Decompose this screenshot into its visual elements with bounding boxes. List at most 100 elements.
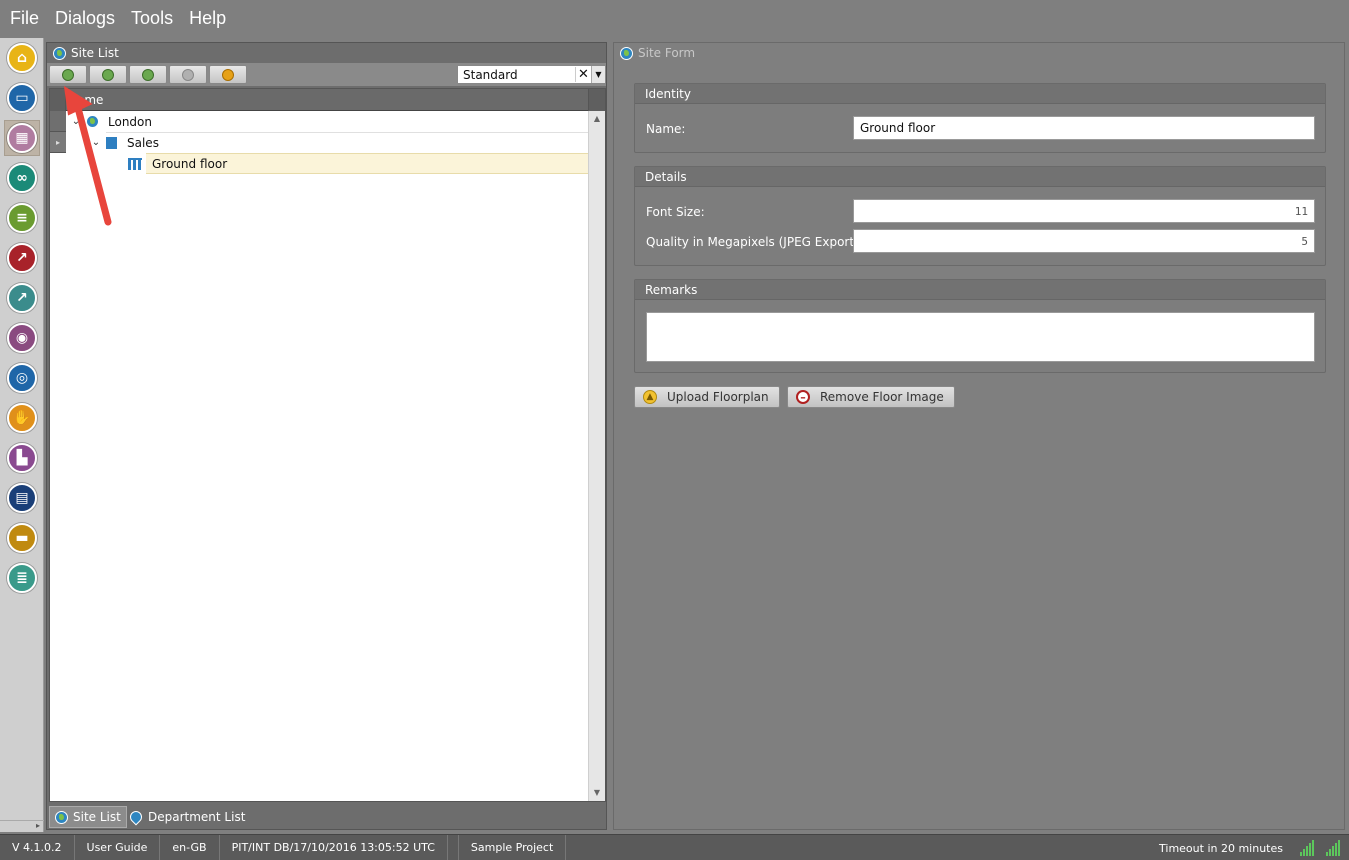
timeout-area: Timeout in 20 minutes xyxy=(1159,835,1283,860)
tree-label: Sales xyxy=(127,135,159,150)
tree-row-london[interactable]: ⌄ London xyxy=(70,111,156,132)
chevron-down-icon[interactable]: ▼ xyxy=(591,66,605,83)
add-building-button[interactable] xyxy=(89,65,127,84)
tab-department-list[interactable]: Department List xyxy=(125,806,250,828)
remarks-section: Remarks xyxy=(634,279,1326,373)
rail-button-document[interactable]: ▤ xyxy=(4,480,40,516)
add-site-button[interactable] xyxy=(49,65,87,84)
chevron-down-icon[interactable]: ⌄ xyxy=(70,116,82,127)
add-building-icon xyxy=(102,68,114,81)
rail-button-handshake[interactable]: ✋ xyxy=(4,400,40,436)
row-divider xyxy=(106,132,588,133)
tab-label: Department List xyxy=(148,810,246,824)
rail-button-bar-chart[interactable]: ▙ xyxy=(4,440,40,476)
site-form-title: Site Form xyxy=(614,43,1344,63)
details-section: Details Font Size: 11 Quality in Megapix… xyxy=(634,166,1326,266)
tree-row-ground-floor[interactable]: Ground floor xyxy=(128,153,231,174)
remarks-field[interactable] xyxy=(646,312,1315,362)
name-field[interactable]: Ground floor xyxy=(853,116,1315,140)
user-guide-link[interactable]: User Guide xyxy=(75,834,161,860)
menu-tools[interactable]: Tools xyxy=(131,8,173,29)
rail-button-org-chart[interactable]: ▦ xyxy=(4,120,40,156)
identity-section: Identity Name: Ground floor xyxy=(634,83,1326,153)
menu-file[interactable]: File xyxy=(10,8,39,29)
delete-button[interactable] xyxy=(169,65,207,84)
floor-icon xyxy=(128,157,142,170)
scroll-up-icon[interactable]: ▲ xyxy=(589,111,605,127)
site-tree-grid: Name ▸ ⌄ London ⌄ Sales Ground floor ▲ ▼ xyxy=(49,88,606,802)
remarks-heading: Remarks xyxy=(635,280,1325,300)
chevron-down-icon[interactable]: ⌄ xyxy=(90,137,102,148)
column-header-name[interactable]: Name xyxy=(68,93,103,107)
tree-label: London xyxy=(108,114,152,129)
site-list-toolbar: Standard ✕ ▼ xyxy=(47,63,606,86)
map-pin-icon xyxy=(127,808,145,826)
rail-button-home[interactable]: ⌂ xyxy=(4,40,40,76)
rail-button-chart[interactable]: ↗ xyxy=(4,240,40,276)
site-list-title-text: Site List xyxy=(71,46,119,60)
database-label: PIT/INT DB/17/10/2016 13:05:52 UTC xyxy=(220,834,448,860)
rail-expand-toggle[interactable]: ▸ xyxy=(0,820,44,832)
remove-icon: – xyxy=(796,390,810,404)
view-select[interactable]: Standard ✕ ▼ xyxy=(457,65,606,84)
tree-scrollbar[interactable]: ▲ ▼ xyxy=(588,111,605,801)
rail-button-briefcase[interactable]: ▬ xyxy=(4,520,40,556)
name-label: Name: xyxy=(646,122,686,136)
quality-label: Quality in Megapixels (JPEG Export): xyxy=(646,235,863,249)
menu-bar: File Dialogs Tools Help xyxy=(0,0,1349,36)
handshake-icon: ✋ xyxy=(7,403,37,433)
tree-row-sales[interactable]: ⌄ Sales xyxy=(90,132,163,153)
add-floor-button[interactable] xyxy=(129,65,167,84)
add-floor-icon xyxy=(142,68,154,81)
font-size-label: Font Size: xyxy=(646,205,705,219)
globe-icon xyxy=(55,810,68,824)
row-selector-header xyxy=(50,89,66,111)
rail-button-trend[interactable]: ↗ xyxy=(4,280,40,316)
quality-field[interactable]: 5 xyxy=(853,229,1315,253)
details-heading: Details xyxy=(635,167,1325,187)
rail-button-binoculars[interactable]: ∞ xyxy=(4,160,40,196)
scroll-icon: ≡ xyxy=(7,203,37,233)
org-chart-icon: ▦ xyxy=(7,123,37,153)
project-label: Sample Project xyxy=(457,834,567,860)
remove-floor-image-button[interactable]: – Remove Floor Image xyxy=(787,386,955,408)
globe-icon xyxy=(86,115,99,128)
rail-button-scroll[interactable]: ≡ xyxy=(4,200,40,236)
database-icon: ≣ xyxy=(7,563,37,593)
add-site-icon xyxy=(62,68,74,81)
rail-button-folder[interactable]: ▭ xyxy=(4,80,40,116)
upload-floorplan-button[interactable]: ▲ Upload Floorplan xyxy=(634,386,780,408)
rail-button-database[interactable]: ≣ xyxy=(4,560,40,596)
chart-icon: ↗ xyxy=(7,243,37,273)
briefcase-icon: ▬ xyxy=(7,523,37,553)
view-select-value: Standard xyxy=(463,67,518,82)
rail-button-target[interactable]: ◎ xyxy=(4,360,40,396)
row-selector[interactable] xyxy=(50,111,66,132)
bar-chart-icon: ▙ xyxy=(7,443,37,473)
header-scroll-spacer xyxy=(588,89,605,111)
font-size-field[interactable]: 11 xyxy=(853,199,1315,223)
menu-dialogs[interactable]: Dialogs xyxy=(55,8,115,29)
signal-icon xyxy=(1300,840,1316,856)
site-list-title: Site List xyxy=(47,43,606,63)
row-selector[interactable]: ▸ xyxy=(50,132,66,153)
scroll-down-icon[interactable]: ▼ xyxy=(589,785,605,801)
tree-label: Ground floor xyxy=(152,156,228,171)
refresh-button[interactable] xyxy=(209,65,247,84)
upload-icon: ▲ xyxy=(643,390,657,404)
rail-button-eye[interactable]: ◉ xyxy=(4,320,40,356)
clear-view-icon[interactable]: ✕ xyxy=(575,67,591,82)
globe-icon xyxy=(620,46,633,60)
eye-icon: ◉ xyxy=(7,323,37,353)
target-icon: ◎ xyxy=(7,363,37,393)
status-bar: V 4.1.0.2 User Guide en-GB PIT/INT DB/17… xyxy=(0,834,1349,860)
signal-icon xyxy=(1326,840,1342,856)
row-selector-column: ▸ xyxy=(50,111,66,153)
site-list-tabbar: Site List Department List xyxy=(47,805,606,829)
building-icon xyxy=(106,136,117,149)
tab-site-list[interactable]: Site List xyxy=(49,806,127,828)
menu-help[interactable]: Help xyxy=(189,8,226,29)
site-list-panel: Site List Standard ✕ ▼ Name ▸ ⌄ London ⌄… xyxy=(46,42,607,830)
version-label: V 4.1.0.2 xyxy=(0,834,75,860)
document-icon: ▤ xyxy=(7,483,37,513)
